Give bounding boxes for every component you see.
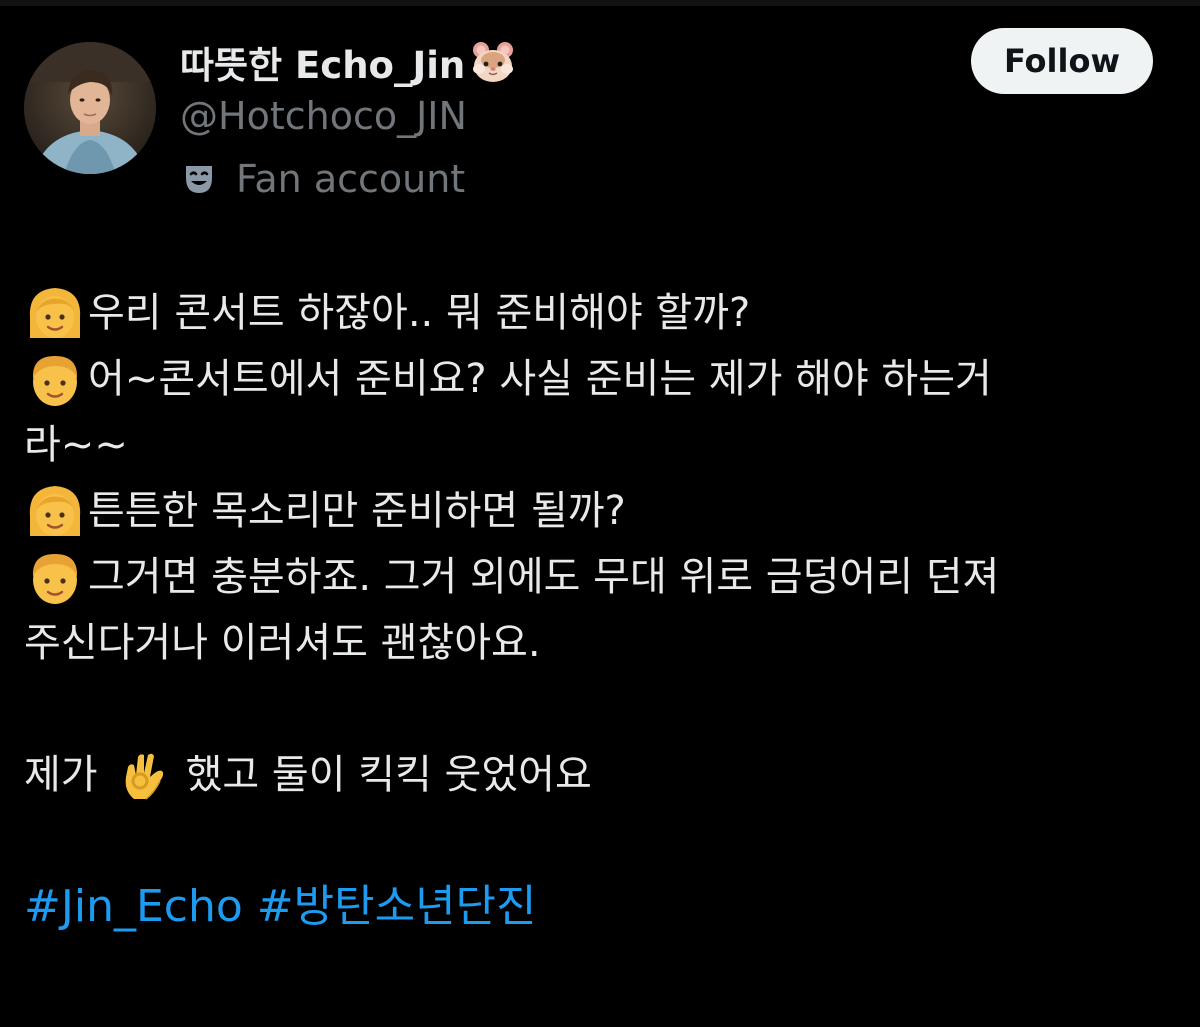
woman-face-icon (24, 480, 86, 542)
tweet-line: 튼튼한 목소리만 준비하면 될까? (24, 478, 1174, 544)
woman-face-icon (24, 282, 86, 344)
closing-prefix: 제가 (24, 752, 98, 798)
tweet-line-text: 그거면 충분하죠. 그거 외에도 무대 위로 금덩어리 던져 (88, 554, 1000, 600)
hamster-face-icon (469, 38, 517, 86)
tweet-line-text: 우리 콘서트 하잖아.. 뭐 준비해야 할까? (88, 290, 751, 336)
tweet-line-text: 주신다거나 이러셔도 괜찮아요. (24, 620, 541, 666)
account-label-text: Fan account (236, 157, 466, 201)
user-handle[interactable]: @Hotchoco_JIN (180, 94, 467, 138)
top-edge (0, 0, 1200, 6)
hashtag-link[interactable]: #방탄소년단진 (257, 881, 537, 932)
tweet-line: 우리 콘서트 하잖아.. 뭐 준비해야 할까? (24, 280, 1174, 346)
man-face-icon (24, 546, 86, 608)
tweet-line: 어~콘서트에서 준비요? 사실 준비는 제가 해야 하는거 (24, 346, 1174, 412)
display-name[interactable]: 따뜻한 Echo_Jin (180, 35, 465, 89)
hashtag-link[interactable]: #Jin_Echo (24, 881, 243, 932)
tweet-card: 따뜻한 Echo_Jin @Hotchoco_JIN Fan account F… (0, 0, 1200, 1027)
ok-hand-icon (116, 747, 172, 803)
tweet-line: 그거면 충분하죠. 그거 외에도 무대 위로 금덩어리 던져 (24, 544, 1174, 610)
follow-button[interactable]: Follow (971, 28, 1153, 94)
tweet-line-text: 라~~ (24, 422, 128, 468)
hashtag-row: #Jin_Echo #방탄소년단진 (24, 874, 1174, 940)
account-label: Fan account (182, 154, 465, 204)
tweet-line: 라~~ (24, 412, 1174, 478)
display-name-row[interactable]: 따뜻한 Echo_Jin (180, 36, 519, 88)
tweet-line-text: 어~콘서트에서 준비요? 사실 준비는 제가 해야 하는거 (88, 356, 992, 402)
tweet-line-text: 튼튼한 목소리만 준비하면 될까? (88, 488, 626, 534)
tweet-body: 우리 콘서트 하잖아.. 뭐 준비해야 할까? 어~콘서트에서 준비요? 사실 … (24, 280, 1174, 940)
theater-mask-icon (182, 162, 216, 196)
closing-suffix: 했고 둘이 킥킥 웃었어요 (185, 752, 592, 798)
tweet-line: 주신다거나 이러셔도 괜찮아요. (24, 610, 1174, 676)
man-face-icon (24, 348, 86, 410)
closing-line: 제가 했고 둘이 킥킥 웃었어요 (24, 742, 1174, 808)
avatar[interactable] (24, 42, 156, 174)
